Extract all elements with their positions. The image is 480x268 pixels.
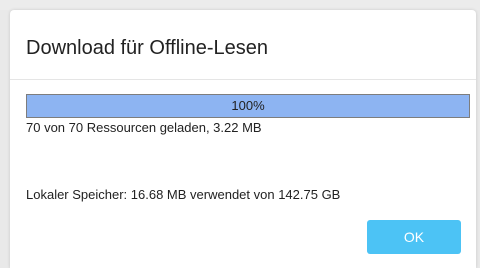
resources-status-text: 70 von 70 Ressourcen geladen, 3.22 MB [26, 120, 262, 135]
backdrop [0, 0, 480, 10]
local-storage-text: Lokaler Speicher: 16.68 MB verwendet von… [26, 187, 341, 202]
title-divider [10, 79, 476, 80]
progress-percent-label: 100% [231, 98, 265, 113]
ok-button[interactable]: OK [367, 220, 461, 254]
offline-download-dialog: Download für Offline-Lesen 100% 70 von 7… [10, 10, 476, 268]
dialog-title: Download für Offline-Lesen [26, 37, 268, 59]
download-progress-bar: 100% [26, 94, 470, 118]
